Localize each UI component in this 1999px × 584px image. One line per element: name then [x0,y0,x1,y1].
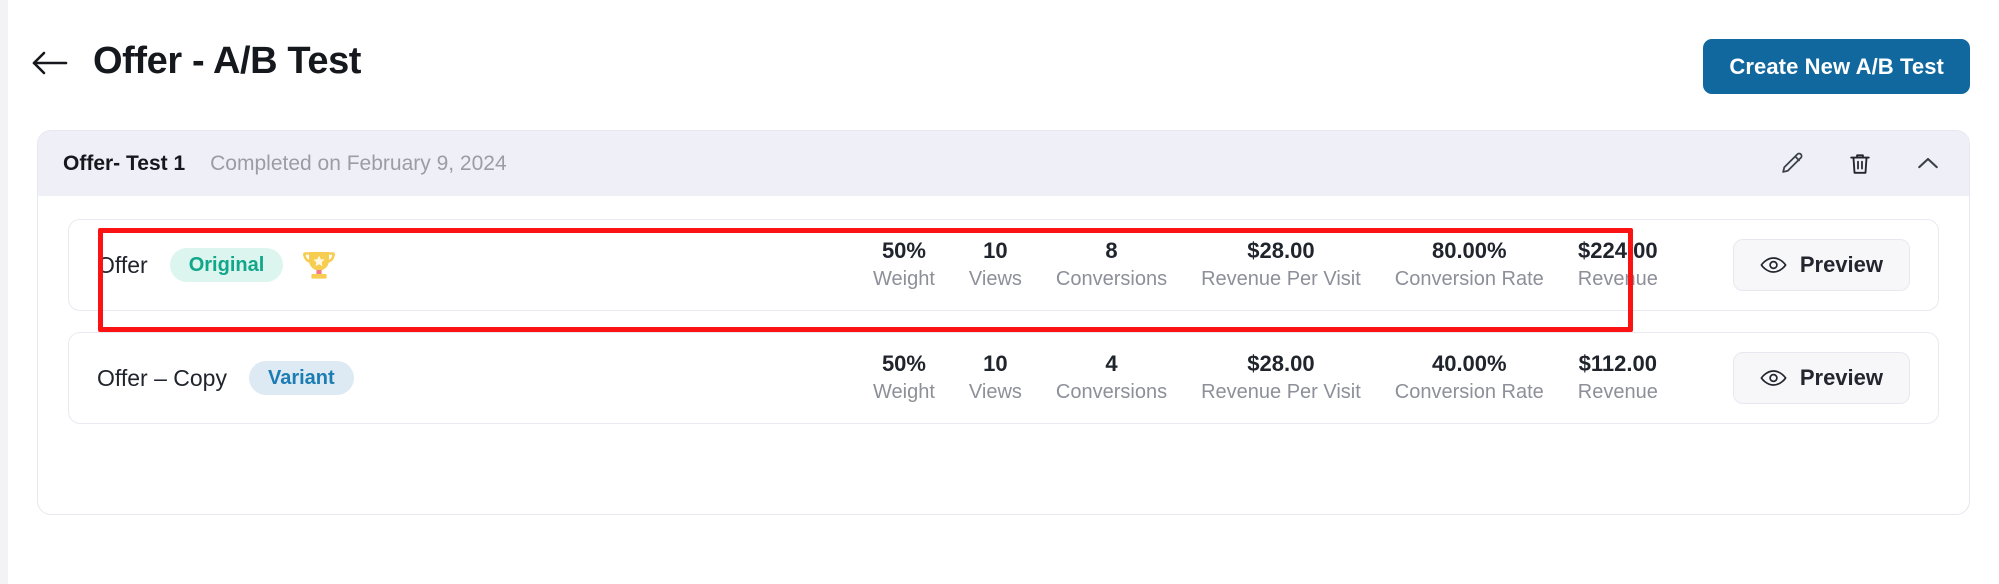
trash-icon[interactable] [1845,149,1875,179]
metric-weight: 50% Weight [856,239,952,291]
variant-row-variant[interactable]: Offer – Copy Variant 50% Weight 10 Views… [68,332,1939,424]
variant-label: Offer [97,251,148,278]
test-status: Completed on February 9, 2024 [210,151,507,175]
metric-label: Conversion Rate [1394,267,1544,290]
metric-value: $28.00 [1247,351,1315,377]
metric-value: 10 [983,351,1008,377]
metric-value: 40.00% [1431,351,1507,377]
metric-value: $224.00 [1578,238,1658,264]
metric-label: Weight [873,380,935,403]
metric-value: $28.00 [1247,238,1315,264]
ab-test-card-header: Offer- Test 1 Completed on February 9, 2… [38,131,1969,196]
variant-row-original[interactable]: Offer Original 50% Weight 10 Views 8 Con… [68,219,1939,311]
metric-views: 10 Views [952,239,1039,291]
eye-icon [1760,255,1787,275]
metric-revenue-per-visit: $28.00 Revenue Per Visit [1184,239,1378,291]
metric-label: Conversion Rate [1394,380,1544,403]
pencil-icon[interactable] [1777,149,1807,179]
metric-revenue: $224.00 Revenue [1561,239,1675,291]
metric-revenue-per-visit: $28.00 Revenue Per Visit [1184,352,1378,404]
metric-label: Conversions [1055,380,1168,403]
metric-value: 10 [983,238,1008,264]
metric-conversion-rate: 40.00% Conversion Rate [1378,352,1561,404]
variant-rows: Offer Original 50% Weight 10 Views 8 Con… [38,196,1969,424]
eye-icon [1760,368,1787,388]
variant-metrics: 50% Weight 10 Views 4 Conversions $28.00… [856,352,1675,404]
preview-button[interactable]: Preview [1732,239,1910,291]
variant-metrics: 50% Weight 10 Views 8 Conversions $28.00… [856,239,1675,291]
metric-value: 8 [1105,238,1118,264]
metric-label: Views [968,267,1022,290]
metric-value: 4 [1105,351,1118,377]
metric-label: Conversions [1055,267,1168,290]
ab-test-card: Offer- Test 1 Completed on February 9, 2… [37,130,1970,515]
metric-label: Weight [873,267,935,290]
chevron-up-icon[interactable] [1913,149,1943,179]
metric-views: 10 Views [952,352,1039,404]
variant-identity: Offer – Copy Variant [97,361,354,395]
metric-label: Revenue [1577,267,1658,290]
metric-conversion-rate: 80.00% Conversion Rate [1378,239,1561,291]
variant-label: Offer – Copy [97,364,227,391]
metric-value: 80.00% [1431,238,1507,264]
page-header: Offer - A/B Test Create New A/B Test [8,0,1999,108]
card-header-actions [1777,149,1943,179]
metric-label: Views [968,380,1022,403]
variant-identity: Offer Original [97,246,339,284]
preview-button[interactable]: Preview [1732,352,1910,404]
preview-button-label: Preview [1799,252,1883,277]
test-name: Offer- Test 1 [63,151,186,175]
status-badge-original: Original [169,248,284,282]
metric-label: Revenue Per Visit [1201,267,1361,290]
trophy-icon [299,246,339,284]
metric-value: 50% [881,351,926,377]
arrow-left-icon[interactable] [30,48,70,78]
create-new-ab-test-button[interactable]: Create New A/B Test [1703,39,1970,94]
metric-conversions: 4 Conversions [1039,352,1184,404]
page-title: Offer - A/B Test [93,40,362,82]
status-badge-variant: Variant [248,361,354,395]
metric-revenue: $112.00 Revenue [1561,352,1675,404]
preview-button-label: Preview [1799,365,1883,390]
metric-value: $112.00 [1578,351,1657,377]
metric-label: Revenue [1577,380,1658,403]
metric-conversions: 8 Conversions [1039,239,1184,291]
metric-label: Revenue Per Visit [1201,380,1361,403]
app-page: Offer - A/B Test Create New A/B Test Off… [8,0,1999,584]
metric-value: 50% [881,238,926,264]
metric-weight: 50% Weight [856,352,952,404]
